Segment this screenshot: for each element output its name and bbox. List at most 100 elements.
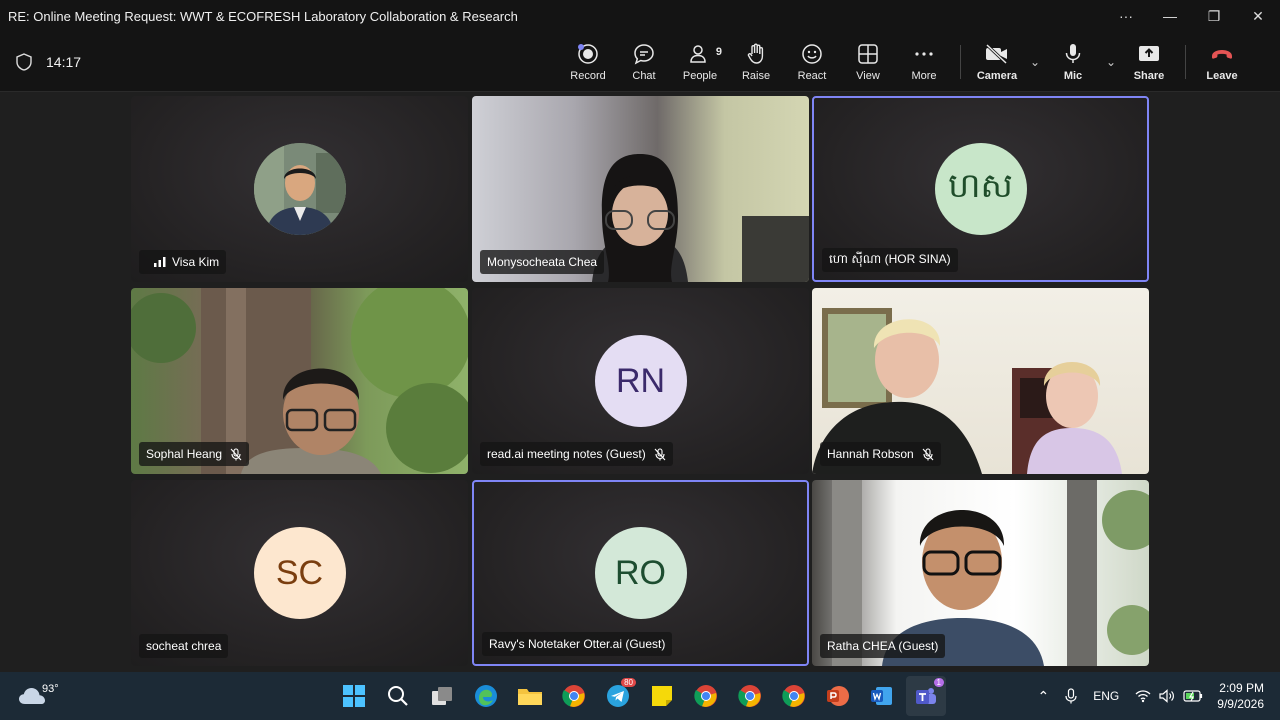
teams-app[interactable]: 1	[906, 676, 946, 716]
meeting-toolbar: 14:17 Record Chat 9 People Raise React V…	[0, 32, 1280, 92]
chrome-profile-app[interactable]	[686, 676, 726, 716]
telegram-app[interactable]: 80	[598, 676, 638, 716]
participant-photo-avatar	[253, 143, 346, 235]
participant-tile-read-ai[interactable]: RN read.ai meeting notes (Guest)	[472, 288, 809, 474]
weather-widget[interactable]: 93°	[0, 683, 330, 706]
participant-name: Visa Kim	[172, 255, 220, 269]
mic-button[interactable]: Mic	[1045, 36, 1101, 88]
window-title: RE: Online Meeting Request: WWT & ECOFRE…	[8, 8, 518, 24]
chat-button[interactable]: Chat	[616, 36, 672, 88]
taskbar-clock[interactable]: 2:09 PM 9/9/2026	[1217, 680, 1264, 712]
chrome-profile-app[interactable]	[730, 676, 770, 716]
language-indicator[interactable]: ENG	[1093, 689, 1119, 703]
restore-button[interactable]: ❐	[1192, 0, 1236, 32]
close-button[interactable]: ✕	[1236, 0, 1280, 32]
participant-tile-monysocheata-chea[interactable]: Monysocheata Chea	[472, 96, 809, 282]
participant-name-tag: Monysocheata Chea	[480, 250, 605, 274]
camera-button[interactable]: Camera	[969, 36, 1025, 88]
title-bar: RE: Online Meeting Request: WWT & ECOFRE…	[0, 0, 1280, 32]
raise-hand-button[interactable]: Raise	[728, 36, 784, 88]
mic-muted-icon	[922, 447, 934, 460]
chrome-app[interactable]	[554, 676, 594, 716]
participant-name: read.ai meeting notes (Guest)	[487, 447, 646, 461]
share-button[interactable]: Share	[1121, 36, 1177, 88]
chat-icon	[634, 43, 654, 65]
show-hidden-icons-chevron-icon[interactable]: ⌃	[1038, 688, 1050, 705]
wifi-icon[interactable]	[1135, 689, 1151, 703]
minimize-button[interactable]: —	[1148, 0, 1192, 32]
share-icon	[1139, 45, 1159, 61]
participant-name-tag: Sophal Heang	[139, 442, 250, 466]
microphone-in-use-icon[interactable]	[1065, 688, 1077, 704]
chrome-icon	[782, 685, 805, 707]
folder-icon	[518, 689, 542, 705]
clock-time: 2:09 PM	[1219, 681, 1264, 695]
participant-tile-hor-sina[interactable]: ហស ហោ ស៊ីណា (HOR SINA)	[812, 96, 1149, 282]
weather-temperature: 93°	[42, 683, 59, 695]
participant-name-tag: Ravy's Notetaker Otter.ai (Guest)	[482, 632, 673, 656]
leave-button[interactable]: Leave	[1194, 36, 1250, 88]
chat-label: Chat	[632, 69, 656, 82]
react-label: React	[797, 69, 827, 82]
file-explorer-app[interactable]	[510, 676, 550, 716]
clock-date: 9/9/2026	[1217, 697, 1264, 711]
participant-tile-ratha-chea[interactable]: Ratha CHEA (Guest)	[812, 480, 1149, 666]
task-view-button[interactable]	[422, 676, 462, 716]
participant-name-tag: Visa Kim	[139, 250, 227, 274]
teams-notification-badge: 1	[933, 678, 944, 687]
sticky-note-icon	[652, 686, 672, 706]
word-app[interactable]	[862, 676, 902, 716]
camera-options-chevron-icon[interactable]: ⌄	[1025, 36, 1045, 88]
view-button[interactable]: View	[840, 36, 896, 88]
participant-name-tag: Hannah Robson	[820, 442, 941, 466]
search-icon	[388, 686, 408, 706]
telegram-icon	[607, 685, 629, 707]
battery-charging-icon[interactable]	[1183, 689, 1203, 703]
participant-name-tag: read.ai meeting notes (Guest)	[480, 442, 673, 466]
chrome-profile-app[interactable]	[774, 676, 814, 716]
people-count: 9	[715, 45, 722, 58]
search-button[interactable]	[378, 676, 418, 716]
smiley-icon	[802, 43, 822, 64]
edge-app[interactable]	[466, 676, 506, 716]
more-label: More	[911, 69, 937, 82]
participant-tile-otter-ai[interactable]: RO Ravy's Notetaker Otter.ai (Guest)	[472, 480, 809, 666]
raise-hand-icon	[747, 43, 764, 64]
participant-initials: RO	[615, 553, 666, 592]
teams-icon	[916, 688, 936, 704]
participant-tile-sophal-heang[interactable]: Sophal Heang	[131, 288, 468, 474]
more-options-icon[interactable]: ···	[1104, 0, 1148, 32]
mic-options-chevron-icon[interactable]: ⌄	[1101, 36, 1121, 88]
participant-tile-hannah-robson[interactable]: Hannah Robson	[812, 288, 1149, 474]
participant-tile-visa-kim[interactable]: Visa Kim	[131, 96, 468, 282]
react-button[interactable]: React	[784, 36, 840, 88]
sticky-notes-app[interactable]	[642, 676, 682, 716]
start-button[interactable]	[334, 676, 374, 716]
shield-icon[interactable]	[16, 52, 32, 71]
powerpoint-app[interactable]	[818, 676, 858, 716]
participant-name: Sophal Heang	[146, 447, 223, 461]
mic-muted-icon	[230, 447, 242, 460]
video-grid: Visa Kim Monysocheata Chea ហស ហោ ស៊ីណា (…	[131, 96, 1149, 668]
more-button[interactable]: More	[896, 36, 952, 88]
windows-logo-icon	[343, 685, 365, 707]
participant-name-tag: ហោ ស៊ីណា (HOR SINA)	[822, 248, 958, 272]
grid-view-icon	[858, 43, 878, 64]
participant-initials-avatar: RO	[594, 527, 687, 619]
camera-off-icon	[985, 43, 1008, 64]
participant-initials: RN	[615, 361, 666, 400]
camera-label: Camera	[976, 69, 1018, 82]
participant-name: Ratha CHEA (Guest)	[827, 639, 939, 653]
participant-name: Hannah Robson	[827, 447, 914, 461]
people-button[interactable]: 9 People	[672, 36, 728, 88]
hang-up-icon	[1212, 49, 1232, 59]
participant-tile-socheat-chrea[interactable]: SC socheat chrea	[131, 480, 468, 666]
record-button[interactable]: Record	[560, 36, 616, 88]
people-icon	[690, 44, 706, 63]
leave-label: Leave	[1206, 69, 1238, 82]
windows-taskbar: 93° 80 1 ⌃ ENG 2:09 PM 9/9/2026	[0, 672, 1280, 720]
volume-icon[interactable]	[1159, 689, 1175, 703]
meeting-info: 14:17	[0, 52, 560, 71]
meeting-timer: 14:17	[46, 53, 82, 70]
signal-strength-icon	[154, 257, 166, 267]
